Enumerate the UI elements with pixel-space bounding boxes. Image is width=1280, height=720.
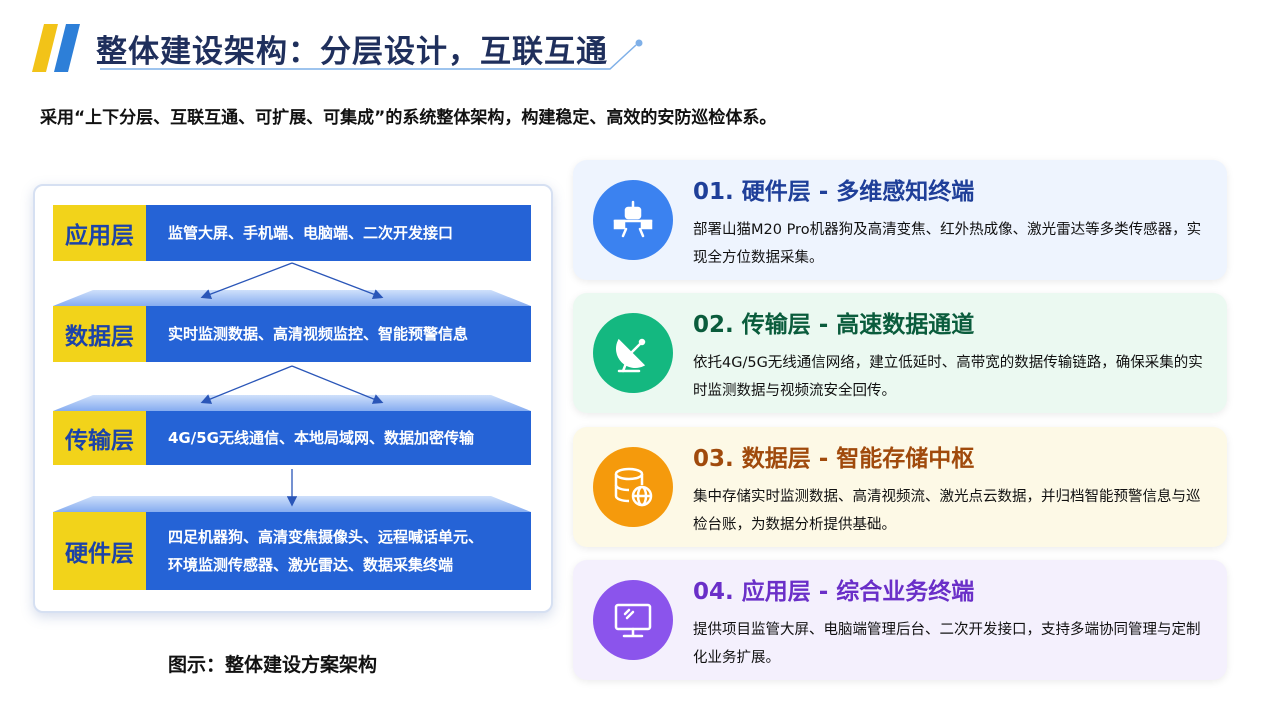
architecture-diagram: 应用层 监管大屏、手机端、电脑端、二次开发接口 数据层 实时监测数据、高清视频监… [33, 184, 553, 613]
layer-line: 4G/5G无线通信、本地局域网、数据加密传输 [168, 429, 474, 447]
layer-description: 监管大屏、手机端、电脑端、二次开发接口 [146, 205, 531, 261]
layer-tag: 硬件层 [53, 512, 146, 590]
layer-application: 应用层 监管大屏、手机端、电脑端、二次开发接口 [53, 205, 531, 261]
layer-bevel [53, 395, 531, 411]
satellite-dish-icon [616, 338, 646, 373]
monitor-icon [614, 603, 652, 638]
layer-data: 数据层 实时监测数据、高清视频监控、智能预警信息 [53, 306, 531, 362]
card-title: 02. 传输层 - 高速数据通道 [693, 312, 975, 338]
layer-tag: 应用层 [53, 205, 146, 261]
card-data-layer: 03. 数据层 - 智能存储中枢 集中存储实时监测数据、高清视频流、激光点云数据… [573, 427, 1227, 547]
layer-line: 监管大屏、手机端、电脑端、二次开发接口 [168, 224, 454, 242]
robot-sensor-icon [613, 200, 653, 238]
layer-tag: 数据层 [53, 306, 146, 362]
layer-tag: 传输层 [53, 411, 146, 465]
layer-line: 四足机器狗、高清变焦摄像头、远程喊话单元、 [168, 528, 484, 546]
title-accent-bars-icon [32, 24, 80, 72]
card-transport-layer: 02. 传输层 - 高速数据通道 依托4G/5G无线通信网络，建立低延时、高带宽… [573, 293, 1227, 413]
layer-description: 实时监测数据、高清视频监控、智能预警信息 [146, 306, 531, 362]
page-subtitle: 采用“上下分层、互联互通、可扩展、可集成”的系统整体架构，构建稳定、高效的安防巡… [40, 108, 777, 128]
layer-line: 环境监测传感器、激光雷达、数据采集终端 [168, 556, 454, 574]
layer-hardware: 硬件层 四足机器狗、高清变焦摄像头、远程喊话单元、 环境监测传感器、激光雷达、数… [53, 512, 531, 590]
layer-bevel [53, 290, 531, 306]
layer-description: 四足机器狗、高清变焦摄像头、远程喊话单元、 环境监测传感器、激光雷达、数据采集终… [146, 512, 531, 590]
card-description: 集中存储实时监测数据、高清视频流、激光点云数据，并归档智能预警信息与巡检台账，为… [693, 489, 1201, 533]
layer-description: 4G/5G无线通信、本地局域网、数据加密传输 [146, 411, 531, 465]
card-application-layer: 04. 应用层 - 综合业务终端 提供项目监管大屏、电脑端管理后台、二次开发接口… [573, 560, 1227, 680]
layer-bevel [53, 496, 531, 512]
card-title: 04. 应用层 - 综合业务终端 [693, 579, 975, 605]
card-title: 01. 硬件层 - 多维感知终端 [693, 179, 975, 205]
database-globe-icon [614, 467, 653, 507]
card-description: 部署山猫M20 Pro机器狗及高清变焦、红外热成像、激光雷达等多类传感器，实现全… [693, 222, 1202, 266]
card-description: 提供项目监管大屏、电脑端管理后台、二次开发接口，支持多端协同管理与定制化业务扩展… [693, 622, 1201, 666]
layer-line: 实时监测数据、高清视频监控、智能预警信息 [168, 325, 469, 343]
card-title: 03. 数据层 - 智能存储中枢 [693, 446, 975, 472]
title-underline-decoration [100, 39, 643, 70]
diagram-caption: 图示：整体建设方案架构 [168, 654, 378, 676]
card-hardware-layer: 01. 硬件层 - 多维感知终端 部署山猫M20 Pro机器狗及高清变焦、红外热… [573, 160, 1227, 280]
layer-transport: 传输层 4G/5G无线通信、本地局域网、数据加密传输 [53, 411, 531, 465]
card-description: 依托4G/5G无线通信网络，建立低延时、高带宽的数据传输链路，确保采集的实时监测… [693, 355, 1203, 399]
